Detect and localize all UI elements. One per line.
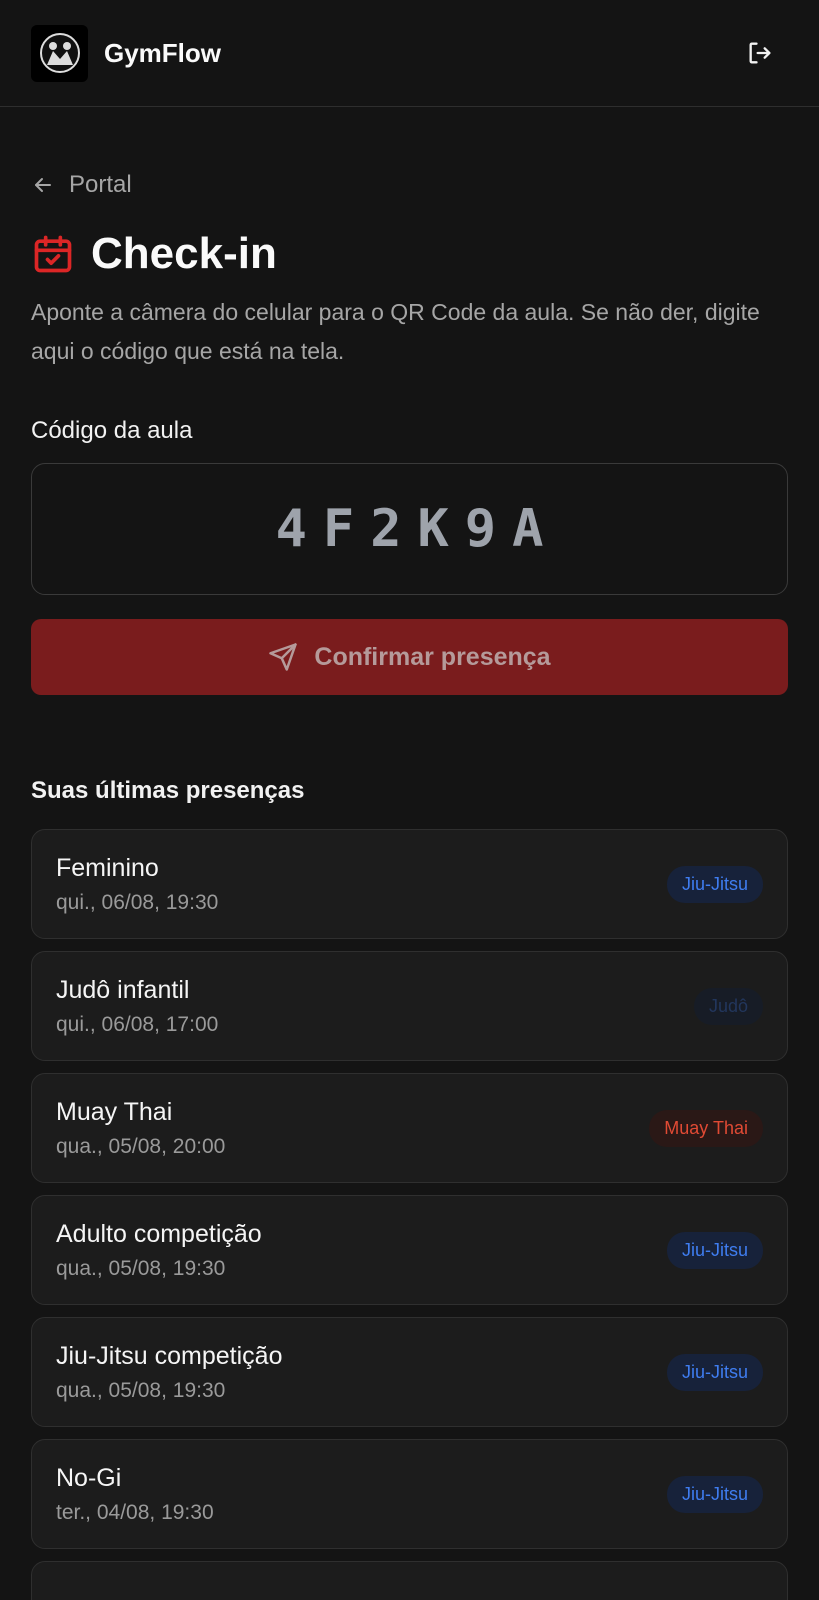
title-row: Check-in	[31, 229, 788, 279]
attendance-class-name: Feminino	[56, 853, 159, 882]
modality-badge: Jiu-Jitsu	[666, 1231, 763, 1269]
class-code-value: 4F2K9A	[275, 499, 560, 559]
arrow-left-icon	[35, 178, 51, 192]
logo-emblem-icon	[39, 33, 80, 73]
app-title: GymFlow	[104, 37, 222, 68]
attendance-date: qua., 05/08, 20:00	[56, 1134, 226, 1158]
main-content: Portal Check-in Aponte a câmera do celul…	[0, 171, 819, 1600]
attendance-list: Feminino qui., 06/08, 19:30 Jiu-Jitsu Ju…	[31, 829, 788, 1600]
attendance-item[interactable]: No-Gi ter., 04/08, 19:30 Jiu-Jitsu	[31, 1439, 788, 1549]
attendance-date: ter., 04/08, 19:30	[56, 1500, 214, 1524]
attendance-class-name: No-Gi	[56, 1463, 122, 1492]
attendance-date: qui., 06/08, 19:30	[56, 890, 219, 914]
app-logo[interactable]	[31, 24, 88, 82]
send-icon	[269, 643, 298, 671]
attendance-date: qua., 05/08, 19:30	[56, 1256, 226, 1280]
logout-button[interactable]	[740, 33, 780, 73]
history-title: Suas últimas presenças	[31, 777, 305, 804]
modality-badge: Jiu-Jitsu	[666, 865, 763, 903]
modality-badge: Muay Thai	[649, 1109, 763, 1147]
attendance-item-partial[interactable]	[31, 1561, 788, 1600]
attendance-item[interactable]: Feminino qui., 06/08, 19:30 Jiu-Jitsu	[31, 829, 788, 939]
attendance-item[interactable]: Adulto competição qua., 05/08, 19:30 Jiu…	[31, 1195, 788, 1305]
confirm-attendance-button[interactable]: Confirmar presença	[31, 619, 788, 695]
attendance-item[interactable]: Muay Thai qua., 05/08, 20:00 Muay Thai	[31, 1073, 788, 1183]
logout-icon	[749, 42, 771, 64]
attendance-date: qui., 06/08, 17:00	[56, 1012, 219, 1036]
modality-badge: Judô	[693, 987, 763, 1025]
back-link-label: Portal	[69, 171, 132, 198]
modality-badge: Jiu-Jitsu	[666, 1353, 763, 1391]
attendance-class-name: Jiu-Jitsu competição	[56, 1341, 283, 1370]
page-subtitle: Aponte a câmera do celular para o QR Cod…	[31, 299, 760, 364]
page-title: Check-in	[91, 229, 277, 278]
attendance-item[interactable]: Judô infantil qui., 06/08, 17:00 Judô	[31, 951, 788, 1061]
class-code-input[interactable]: 4F2K9A	[31, 463, 788, 595]
top-bar: GymFlow	[0, 0, 819, 107]
back-link[interactable]: Portal	[31, 171, 788, 199]
code-field-label: Código da aula	[31, 417, 193, 444]
confirm-button-label: Confirmar presença	[314, 642, 551, 671]
attendance-class-name: Judô infantil	[56, 975, 190, 1004]
attendance-item[interactable]: Jiu-Jitsu competição qua., 05/08, 19:30 …	[31, 1317, 788, 1427]
attendance-class-name: Adulto competição	[56, 1219, 262, 1248]
attendance-date: qua., 05/08, 19:30	[56, 1378, 226, 1402]
attendance-class-name: Muay Thai	[56, 1097, 173, 1126]
calendar-check-icon	[34, 235, 72, 273]
modality-badge: Jiu-Jitsu	[666, 1475, 763, 1513]
